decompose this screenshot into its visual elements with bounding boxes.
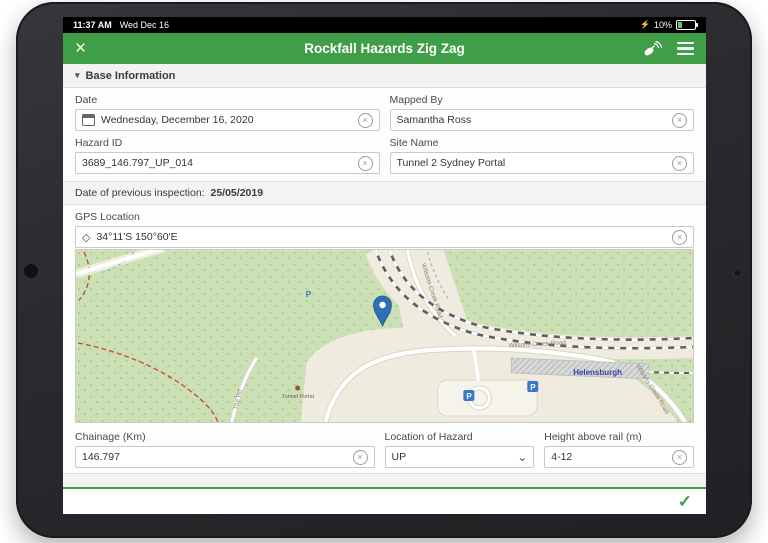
gps-label: GPS Location bbox=[75, 211, 140, 223]
battery-percent: 10% bbox=[653, 20, 672, 30]
chainage-input[interactable]: 146.797 × bbox=[75, 446, 375, 468]
previous-inspection-note: Date of previous inspection: 25/05/2019 bbox=[63, 181, 706, 205]
site-name-value: Tunnel 2 Sydney Portal bbox=[396, 157, 506, 169]
clear-icon[interactable]: × bbox=[352, 449, 368, 465]
chevron-down-icon: ⌄ bbox=[517, 450, 528, 464]
chainage-field-group: Chainage (Km) 146.797 × bbox=[75, 430, 375, 468]
gps-satellite-icon[interactable] bbox=[641, 40, 663, 57]
mapped-by-value: Samantha Ross bbox=[396, 114, 472, 126]
clear-icon[interactable]: × bbox=[672, 112, 687, 128]
tunnel-portal-label: Tunnel Portal bbox=[281, 394, 313, 400]
diamond-icon: ◇ bbox=[82, 231, 91, 244]
svg-text:P: P bbox=[466, 392, 472, 401]
hazard-location-select[interactable]: UP ⌄ bbox=[384, 446, 535, 468]
close-icon[interactable]: × bbox=[75, 39, 86, 58]
hazard-location-label: Location of Hazard bbox=[384, 431, 473, 443]
hazard-id-input[interactable]: 3689_146.797_UP_014 × bbox=[75, 152, 380, 174]
chainage-label: Chainage (Km) bbox=[75, 431, 146, 443]
height-above-rail-field-group: Height above rail (m) 4-12 × bbox=[544, 430, 694, 468]
mapped-by-label: Mapped By bbox=[389, 94, 443, 106]
clear-icon[interactable]: × bbox=[357, 112, 373, 128]
status-date: Wed Dec 16 bbox=[119, 20, 170, 30]
clear-icon[interactable]: × bbox=[672, 449, 687, 465]
height-above-rail-input[interactable]: 4-12 × bbox=[544, 446, 694, 468]
date-field-group: Date Wednesday, December 16, 2020 × bbox=[75, 93, 380, 131]
height-above-rail-value: 4-12 bbox=[551, 451, 573, 463]
date-input[interactable]: Wednesday, December 16, 2020 × bbox=[75, 109, 380, 131]
mapped-by-input[interactable]: Samantha Ross × bbox=[389, 109, 694, 131]
date-label: Date bbox=[75, 94, 98, 106]
status-time: 11:37 AM bbox=[73, 20, 112, 30]
parking-letter: P bbox=[306, 289, 312, 299]
submit-check-icon[interactable]: ✓ bbox=[678, 493, 692, 510]
hazard-id-field-group: Hazard ID 3689_146.797_UP_014 × bbox=[75, 136, 380, 174]
gps-input[interactable]: ◇ 34°11'S 150°60'E × bbox=[75, 226, 694, 248]
app-screen: 11:37 AM Wed Dec 16 ⚡ 10% × Rockfall Haz… bbox=[63, 17, 706, 514]
footer-bar: ✓ bbox=[63, 487, 706, 514]
clear-icon[interactable]: × bbox=[672, 229, 687, 245]
collapse-arrow-icon: ▾ bbox=[75, 70, 80, 80]
hazard-location-value: UP bbox=[391, 451, 407, 463]
clear-icon[interactable]: × bbox=[357, 155, 373, 171]
gps-field-group: GPS Location ◇ 34°11'S 150°60'E × bbox=[75, 212, 694, 248]
clear-icon[interactable]: × bbox=[672, 155, 687, 171]
battery-icon bbox=[676, 20, 698, 30]
parking-icon: P bbox=[527, 381, 539, 392]
site-name-label: Site Name bbox=[389, 137, 439, 149]
ipad-frame: 11:37 AM Wed Dec 16 ⚡ 10% × Rockfall Haz… bbox=[16, 2, 752, 538]
form: Date Wednesday, December 16, 2020 × Mapp… bbox=[63, 88, 706, 473]
parking-icon: P bbox=[463, 390, 475, 401]
section-header-base-information[interactable]: ▾ Base Information bbox=[63, 64, 706, 88]
previous-inspection-label: Date of previous inspection: bbox=[75, 187, 205, 199]
charging-bolt-icon: ⚡ bbox=[640, 20, 650, 29]
hamburger-menu-icon[interactable] bbox=[677, 42, 694, 55]
hazard-location-field-group: Location of Hazard UP ⌄ bbox=[384, 430, 535, 468]
section-title: Base Information bbox=[85, 69, 176, 82]
tunnel-portal-icon bbox=[295, 385, 301, 391]
front-camera-icon bbox=[22, 262, 40, 280]
mapped-by-field-group: Mapped By Samantha Ross × bbox=[389, 93, 694, 131]
hazard-id-label: Hazard ID bbox=[75, 137, 123, 149]
town-label: Helensburgh bbox=[573, 368, 622, 377]
status-bar: 11:37 AM Wed Dec 16 ⚡ 10% bbox=[63, 17, 706, 33]
content-filler bbox=[63, 473, 706, 487]
navbar: × Rockfall Hazards Zig Zag bbox=[63, 33, 706, 64]
site-name-input[interactable]: Tunnel 2 Sydney Portal × bbox=[389, 152, 694, 174]
calendar-icon bbox=[82, 114, 95, 126]
chainage-value: 146.797 bbox=[82, 451, 120, 463]
side-sensor-icon bbox=[733, 268, 742, 277]
date-value: Wednesday, December 16, 2020 bbox=[101, 114, 254, 126]
previous-inspection-value: 25/05/2019 bbox=[210, 187, 264, 199]
svg-text:P: P bbox=[530, 383, 536, 392]
site-name-field-group: Site Name Tunnel 2 Sydney Portal × bbox=[389, 136, 694, 174]
hazard-id-value: 3689_146.797_UP_014 bbox=[82, 157, 193, 169]
page-title: Rockfall Hazards Zig Zag bbox=[304, 41, 465, 56]
gps-map[interactable]: P P P Tunnel Portal Wilsons Creek Road W… bbox=[75, 249, 694, 423]
gps-value: 34°11'S 150°60'E bbox=[96, 231, 178, 243]
height-above-rail-label: Height above rail (m) bbox=[544, 431, 642, 443]
